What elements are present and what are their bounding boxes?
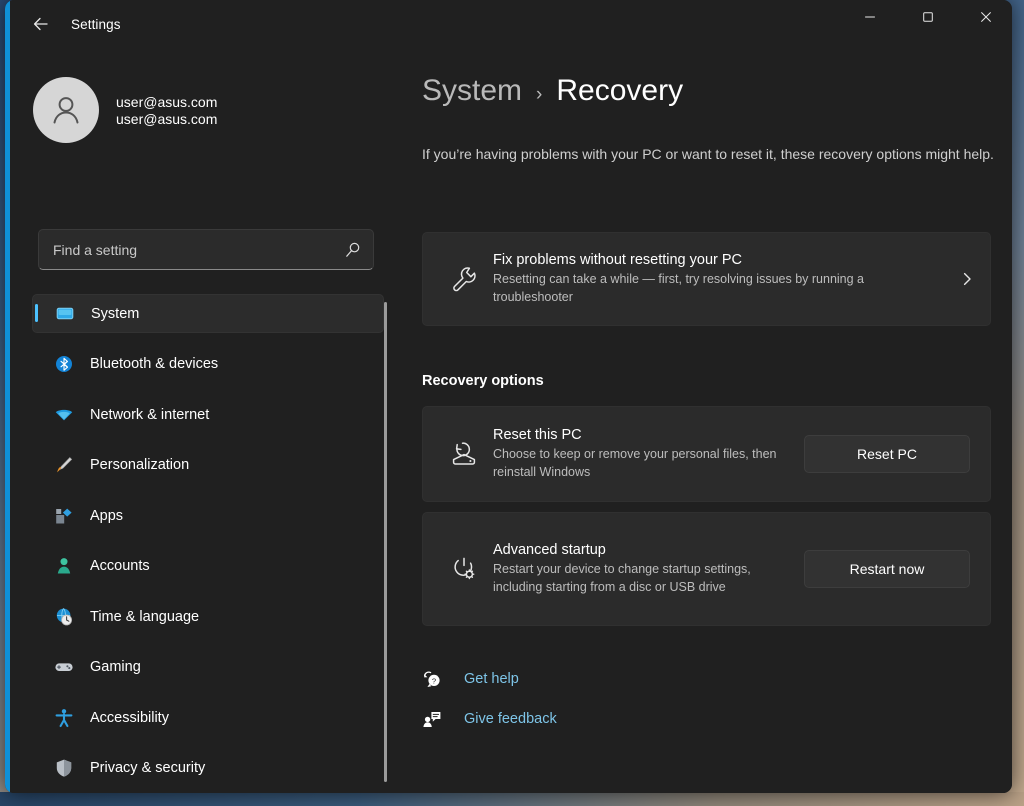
footer-links: ? Get help Give feedback (422, 666, 557, 732)
reset-pc-text: Reset this PC Choose to keep or remove y… (493, 427, 804, 481)
search-icon-button[interactable] (333, 230, 373, 269)
reset-pc-subtitle: Choose to keep or remove your personal f… (493, 447, 777, 479)
app-title: Settings (71, 16, 121, 32)
chevron-right-icon[interactable] (944, 271, 990, 287)
bluetooth-icon (54, 354, 74, 374)
sidebar-item-label: System (91, 305, 140, 322)
sidebar-nav: System Bluetooth & devices Network & int… (32, 294, 384, 793)
recovery-options-heading: Recovery options (422, 373, 544, 389)
page-description: If you’re having problems with your PC o… (422, 146, 994, 162)
sidebar-item-label: Accessibility (90, 709, 169, 726)
breadcrumb: System › Recovery (422, 74, 683, 108)
advanced-startup-action: Restart now (804, 550, 970, 588)
reset-pc-card: Reset this PC Choose to keep or remove y… (422, 406, 991, 502)
power-gear-icon (435, 554, 493, 584)
sidebar-item-network-internet[interactable]: Network & internet (32, 395, 384, 434)
monitor-icon (55, 304, 75, 324)
maximize-icon (923, 12, 933, 22)
sidebar-item-label: Network & internet (90, 406, 210, 423)
sidebar-item-gaming[interactable]: Gaming (32, 648, 384, 687)
person-avatar-icon (53, 97, 79, 124)
avatar (33, 77, 99, 143)
reset-pc-title: Reset this PC (493, 427, 582, 443)
sidebar-item-label: Gaming (90, 659, 141, 675)
fix-problems-title: Fix problems without resetting your PC (493, 252, 743, 268)
back-button[interactable] (22, 9, 60, 39)
reset-pc-action: Reset PC (804, 435, 970, 473)
sidebar-item-label: Bluetooth & devices (90, 356, 219, 372)
account-email: user@asus.com (116, 110, 218, 127)
fix-problems-subtitle: Resetting can take a while — first, try … (493, 272, 865, 304)
minimize-icon (865, 16, 875, 18)
shield-icon (54, 758, 74, 778)
sidebar-item-system[interactable]: System (32, 294, 384, 333)
restart-now-button[interactable]: Restart now (804, 550, 970, 588)
advanced-startup-card: Advanced startup Restart your device to … (422, 512, 991, 626)
help-question-icon: ? (422, 669, 442, 689)
sidebar-scrollbar[interactable] (384, 302, 387, 782)
sidebar-item-label: Personalization (90, 457, 190, 473)
account-text: user@asus.com user@asus.com (116, 94, 217, 127)
main-content: System › Recovery If you’re having probl… (395, 48, 1012, 793)
sidebar-item-bluetooth-devices[interactable]: Bluetooth & devices (32, 345, 384, 384)
search-icon (346, 242, 360, 257)
search-box[interactable] (38, 229, 374, 270)
sidebar-item-label: Apps (90, 507, 124, 524)
advanced-startup-subtitle: Restart your device to change startup se… (493, 562, 751, 594)
breadcrumb-parent-link[interactable]: System (422, 74, 522, 108)
close-button[interactable] (963, 0, 1009, 34)
advanced-startup-text: Advanced startup Restart your device to … (493, 542, 804, 596)
wrench-icon (435, 264, 493, 294)
maximize-button[interactable] (905, 0, 951, 34)
advanced-startup-title: Advanced startup (493, 542, 606, 558)
svg-text:?: ? (432, 677, 436, 686)
fix-problems-card[interactable]: Fix problems without resetting your PC R… (422, 232, 991, 326)
sidebar: user@asus.com user@asus.com Find a setti… (10, 48, 387, 793)
account-name: user@asus.com (116, 93, 218, 110)
window-left-accent-border (5, 0, 10, 793)
sidebar-item-privacy-security[interactable]: Privacy & security (32, 749, 384, 788)
search-input[interactable] (39, 241, 333, 258)
fix-problems-text: Fix problems without resetting your PC R… (493, 252, 944, 306)
feedback-icon (422, 709, 442, 729)
accessibility-icon (54, 708, 74, 728)
apps-icon (54, 506, 74, 526)
account-icon (54, 556, 74, 576)
reset-pc-button[interactable]: Reset PC (804, 435, 970, 473)
sidebar-item-label: Accounts (90, 558, 150, 574)
sidebar-item-label: Time & language (90, 608, 200, 625)
sidebar-item-accessibility[interactable]: Accessibility (32, 698, 384, 737)
sidebar-item-personalization[interactable]: Personalization (32, 446, 384, 485)
title-bar: Settings (5, 0, 1012, 48)
sidebar-item-label: Privacy & security (90, 760, 206, 776)
sidebar-item-accounts[interactable]: Accounts (32, 547, 384, 586)
sidebar-item-apps[interactable]: Apps (32, 496, 384, 535)
clock-globe-icon (54, 607, 74, 627)
close-icon (981, 12, 991, 22)
get-help-label: Get help (464, 671, 519, 687)
page-title: Recovery (556, 74, 684, 107)
account-block[interactable]: user@asus.com user@asus.com (33, 72, 363, 148)
minimize-button[interactable] (847, 0, 893, 34)
sidebar-item-time-language[interactable]: Time & language (32, 597, 384, 636)
back-arrow-icon (33, 17, 48, 31)
get-help-link[interactable]: ? Get help (422, 666, 557, 692)
settings-window: Settings user@asus.com user@asus.com Fin… (5, 0, 1012, 793)
paintbrush-icon (54, 455, 74, 475)
desktop-bottom-strip (0, 792, 1024, 806)
gamepad-icon (54, 657, 74, 677)
give-feedback-label: Give feedback (464, 711, 557, 727)
wifi-icon (54, 405, 74, 425)
breadcrumb-separator-icon: › (536, 84, 543, 105)
reset-pc-icon (435, 439, 493, 469)
give-feedback-link[interactable]: Give feedback (422, 706, 557, 732)
